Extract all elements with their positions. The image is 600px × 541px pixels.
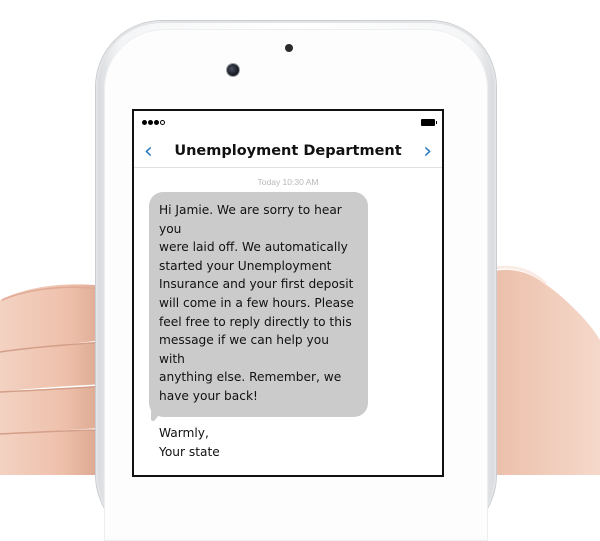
phone-screen: ‹ Unemployment Department › Today 10:30 …: [134, 111, 442, 475]
message-line: Insurance and your first deposit: [159, 277, 354, 292]
message-line: will come in a few hours. Please: [159, 295, 354, 310]
message-line: were laid off. We automatically: [159, 240, 348, 255]
message-line: feel free to reply directly to this: [159, 314, 352, 329]
message-line: message if we can help you with: [159, 333, 329, 366]
message-line: Hi Jamie. We are sorry to hear you: [159, 203, 342, 236]
message-line: anything else. Remember, we: [159, 370, 342, 385]
message-signoff-line: Your state: [159, 444, 220, 459]
conversation-title: Unemployment Department: [174, 143, 402, 159]
message-timestamp: Today 10:30 AM: [257, 177, 319, 187]
chevron-right-icon[interactable]: ›: [423, 138, 432, 166]
speaker-icon: [285, 44, 293, 52]
message-line: have your back!: [159, 388, 258, 403]
message-signoff-line: Warmly,: [159, 426, 209, 441]
message-line: started your Unemployment: [159, 258, 332, 273]
conversation-header: ‹ Unemployment Department ›: [134, 137, 442, 168]
message-bubble[interactable]: Hi Jamie. We are sorry to hear you were …: [149, 192, 368, 459]
status-bar: [134, 111, 442, 129]
battery-icon: [421, 119, 437, 126]
camera-icon: [227, 64, 239, 76]
signal-dots-icon: [142, 120, 165, 125]
